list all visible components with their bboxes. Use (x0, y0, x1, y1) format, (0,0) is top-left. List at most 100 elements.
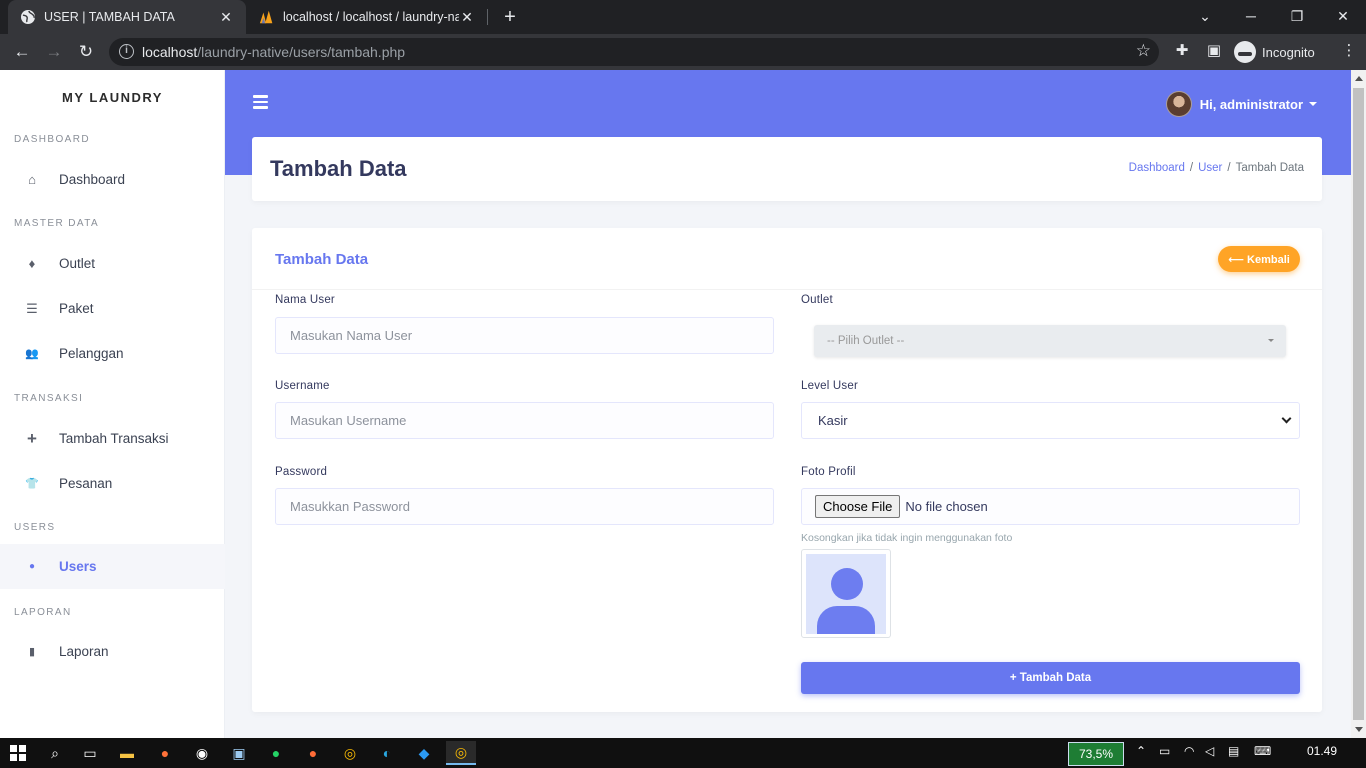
tab-search-chevron-icon[interactable]: ⌄ (1182, 0, 1228, 34)
close-window-icon[interactable]: ✕ (1320, 0, 1366, 34)
foto-hint: Kosongkan jika tidak ingin menggunakan f… (801, 532, 1013, 544)
scroll-up-icon[interactable] (1355, 76, 1363, 81)
task-view-icon[interactable]: ▭ (75, 741, 105, 765)
level-user-select[interactable]: Kasir (801, 402, 1300, 439)
battery-indicator[interactable]: 73,5% (1068, 742, 1124, 766)
incognito-icon (1234, 41, 1256, 63)
browser-menu-icon[interactable]: ⋮ (1338, 40, 1360, 62)
sidebar-item-paket[interactable]: ☰ Paket (0, 286, 225, 331)
outlet-select-value: -- Pilih Outlet -- (827, 335, 905, 347)
sidebar-item-outlet[interactable]: ♦ Outlet (0, 241, 225, 286)
sidebar-section-transaksi: TRANSAKSI (14, 393, 84, 404)
search-icon[interactable]: ⌕ (40, 741, 70, 765)
side-panel-icon[interactable]: ▣ (1203, 40, 1225, 62)
browser-tabstrip: USER | TAMBAH DATA ✕ localhost / localho… (0, 0, 1366, 34)
show-hidden-icons-icon[interactable]: ⌃ (1136, 744, 1146, 758)
battery-icon[interactable]: ▭ (1159, 744, 1170, 758)
forward-arrow-icon[interactable]: → (42, 40, 66, 64)
address-bar[interactable]: i localhost/laundry-native/users/tambah.… (109, 38, 1159, 66)
sidebar-item-label: Paket (59, 301, 94, 316)
sidebar-item-label: Pesanan (59, 476, 113, 491)
volume-icon[interactable]: ◁ (1205, 744, 1214, 758)
nama-user-input[interactable]: Masukan Nama User (275, 317, 774, 354)
info-icon[interactable]: i (119, 44, 134, 59)
browser-tab-phpmyadmin[interactable]: localhost / localhost / laundry-na ✕ (247, 0, 487, 34)
brand-logo[interactable]: MY LAUNDRY (0, 90, 225, 105)
password-label: Password (275, 466, 328, 478)
browser-tab-active[interactable]: USER | TAMBAH DATA ✕ (8, 0, 246, 34)
close-tab-icon[interactable]: ✕ (459, 9, 475, 26)
foto-profil-label: Foto Profil (801, 466, 856, 478)
extensions-puzzle-icon[interactable]: ✚ (1171, 40, 1193, 62)
postman-icon[interactable]: ● (298, 741, 328, 765)
users-icon: 👥 (25, 348, 39, 360)
level-user-label: Level User (801, 380, 858, 392)
chrome-icon[interactable]: ◎ (335, 741, 365, 765)
phpmyadmin-icon (259, 9, 275, 25)
shirt-icon: 👕 (25, 478, 39, 490)
minimize-icon[interactable]: ─ (1228, 0, 1274, 34)
windows-start-icon[interactable] (3, 741, 33, 765)
sidebar-section-dashboard: DASHBOARD (14, 134, 90, 145)
globe-icon (20, 9, 36, 25)
fire-icon: ♦ (28, 256, 36, 271)
sidebar-item-dashboard[interactable]: ⌂ Dashboard (0, 157, 225, 202)
submit-tambah-data-button[interactable]: + Tambah Data (801, 662, 1300, 694)
back-arrow-icon[interactable]: ← (10, 40, 34, 64)
incognito-label: Incognito (1262, 44, 1315, 60)
hamburger-menu-icon[interactable] (253, 95, 268, 112)
sidebar-section-users: USERS (14, 522, 56, 533)
caret-down-icon (1309, 102, 1317, 106)
password-input[interactable]: Masukkan Password (275, 488, 774, 525)
address-url: localhost/laundry-native/users/tambah.ph… (142, 44, 406, 60)
firefox-icon[interactable]: ● (150, 741, 180, 765)
back-button[interactable]: ⟵ Kembali (1218, 246, 1300, 272)
outlet-label: Outlet (801, 294, 833, 306)
notification-icon[interactable]: ▤ (1228, 744, 1239, 758)
keyboard-icon[interactable]: ⌨ (1254, 744, 1271, 758)
clock[interactable]: 01.49 (1307, 744, 1337, 758)
edge-icon[interactable]: ◐ (372, 741, 402, 765)
username-input[interactable]: Masukan Username (275, 402, 774, 439)
breadcrumb-user[interactable]: User (1198, 162, 1222, 174)
sidebar-item-laporan[interactable]: ▮ Laporan (0, 629, 225, 674)
card-title: Tambah Data (275, 251, 369, 268)
tab-separator (487, 9, 488, 25)
photos-icon[interactable]: ▣ (224, 741, 254, 765)
choose-file-button[interactable]: Choose File (815, 495, 901, 518)
outlet-select[interactable]: -- Pilih Outlet -- (814, 325, 1286, 357)
file-explorer-icon[interactable]: ▬ (112, 741, 142, 765)
card-header: Tambah Data ⟵ Kembali (252, 228, 1322, 290)
tab-title: localhost / localhost / laundry-na (283, 10, 459, 24)
sidebar-item-pesanan[interactable]: 👕 Pesanan (0, 461, 225, 506)
file-status: No file chosen (905, 499, 988, 514)
reload-icon[interactable]: ↻ (74, 40, 98, 64)
file-icon: ▮ (28, 646, 36, 658)
vscode-icon[interactable]: ◆ (409, 741, 439, 765)
chevron-down-icon (1281, 413, 1292, 424)
sidebar-item-label: Pelanggan (59, 346, 124, 361)
new-tab-icon[interactable]: + (498, 5, 522, 29)
foto-file-input[interactable]: Choose File No file chosen (801, 488, 1300, 525)
user-dropdown[interactable]: Hi, administrator (1165, 91, 1317, 117)
nama-user-label: Nama User (275, 294, 335, 306)
main-content: Hi, administrator Tambah Data Dashboard /… (225, 70, 1351, 738)
whatsapp-icon[interactable]: ● (261, 741, 291, 765)
scrollbar-thumb[interactable] (1353, 88, 1364, 720)
form-card: Tambah Data ⟵ Kembali Nama User Masukan … (252, 228, 1322, 712)
close-tab-icon[interactable]: ✕ (218, 9, 234, 26)
restore-icon[interactable]: ❐ (1274, 0, 1320, 34)
home-icon: ⌂ (28, 172, 36, 187)
page-scrollbar[interactable] (1351, 70, 1366, 738)
chrome-incognito-icon[interactable]: ◎ (446, 741, 476, 765)
sidebar-item-tambah-transaksi[interactable]: + Tambah Transaksi (0, 416, 225, 461)
incognito-indicator[interactable]: Incognito (1234, 40, 1315, 64)
sidebar: MY LAUNDRY DASHBOARD ⌂ Dashboard MASTER … (0, 70, 225, 738)
app-icon[interactable]: ◉ (187, 741, 217, 765)
scroll-down-icon[interactable] (1355, 727, 1363, 732)
sidebar-item-pelanggan[interactable]: 👥 Pelanggan (0, 331, 225, 376)
sidebar-item-users[interactable]: ● Users (0, 544, 225, 589)
breadcrumb-dashboard[interactable]: Dashboard (1129, 162, 1185, 174)
bookmark-star-icon[interactable]: ☆ (1136, 41, 1151, 61)
wifi-icon[interactable]: ◠ (1184, 744, 1194, 758)
